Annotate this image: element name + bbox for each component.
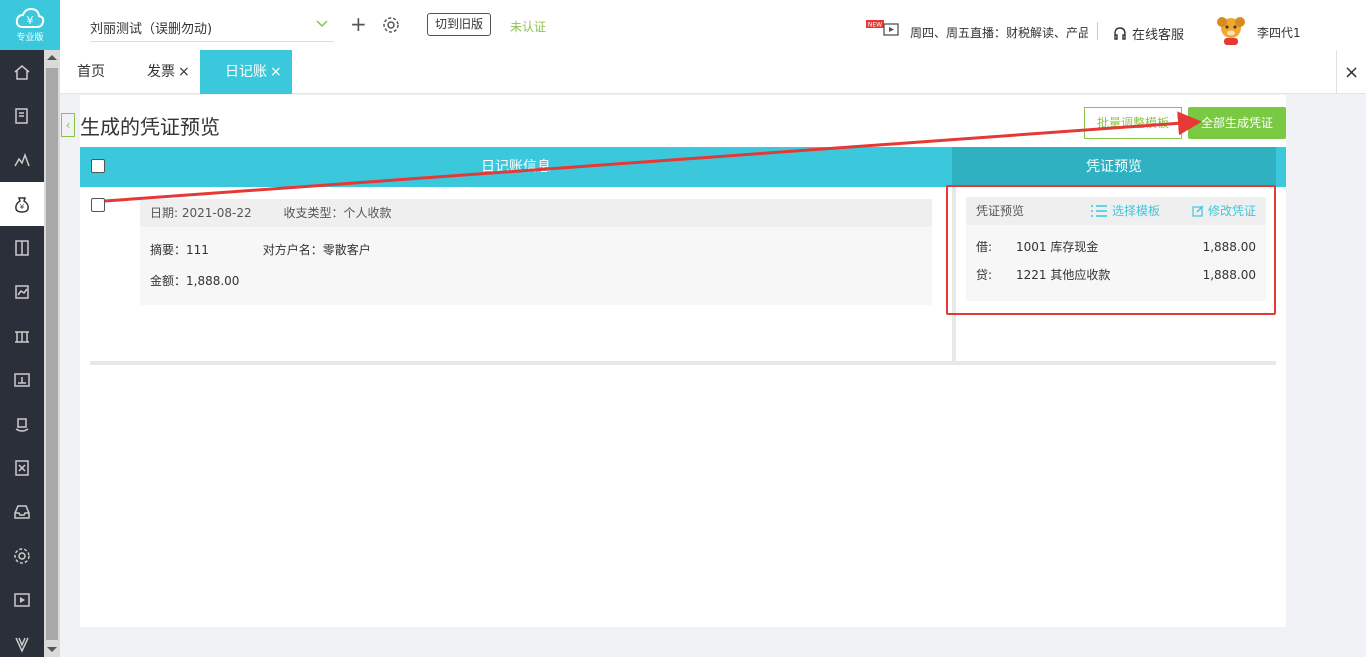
- list-icon: [1091, 205, 1107, 217]
- vip-icon[interactable]: [0, 622, 44, 657]
- edit-icon: [1192, 205, 1204, 217]
- tax-icon[interactable]: [0, 446, 44, 490]
- entry-summary: 摘要：111: [150, 243, 209, 257]
- voucher-credit-line: 贷: 1221 其他应收款 1,888.00: [966, 261, 1266, 289]
- back-chevron-icon[interactable]: ‹: [61, 113, 75, 137]
- home-icon[interactable]: [0, 50, 44, 94]
- credit-amount: 1,888.00: [1202, 268, 1256, 282]
- gear-icon[interactable]: [382, 16, 400, 34]
- tab-journal-label: 日记账: [225, 64, 267, 80]
- svg-text:¥: ¥: [27, 14, 34, 27]
- sidebar-scrollbar[interactable]: [44, 50, 60, 657]
- entry-line: 摘要：111 对方户名：零散客户: [140, 241, 932, 258]
- switch-old-version-button[interactable]: 切到旧版: [427, 13, 491, 36]
- entry-line: 金额：1,888.00: [140, 272, 932, 289]
- company-name: 刘丽测试（误删勿动): [90, 22, 213, 37]
- entry-counterparty: 对方户名：零散客户: [262, 243, 371, 257]
- debit-account: 1001 库存现金: [1016, 240, 1099, 254]
- news-tv-icon[interactable]: NEW: [866, 20, 900, 36]
- divider: [1097, 22, 1098, 40]
- company-select[interactable]: 刘丽测试（误删勿动): [90, 14, 334, 42]
- tab-invoice[interactable]: 发票 ×: [147, 50, 190, 94]
- voucher-preview-card: 凭证预览 选择模板 修改凭证 借: 1001 库存现金 1,888.00 贷: 12…: [966, 197, 1266, 301]
- avatar[interactable]: [1214, 14, 1248, 46]
- video-icon[interactable]: [0, 578, 44, 622]
- scrollbar-thumb[interactable]: [46, 68, 58, 640]
- ledger-icon[interactable]: [0, 226, 44, 270]
- close-all-tabs-icon[interactable]: ×: [1336, 50, 1366, 94]
- column-divider: [952, 187, 956, 365]
- sidebar: ¥ 专业版 ¥: [0, 0, 60, 657]
- svg-text:¥: ¥: [20, 203, 25, 211]
- assets-icon[interactable]: [0, 358, 44, 402]
- live-broadcast-link[interactable]: 周四、周五直播：财税解读、产品: [910, 24, 1088, 41]
- tab-invoice-label: 发票: [147, 64, 175, 80]
- inbox-icon[interactable]: [0, 490, 44, 534]
- voucher-title: 凭证预览: [976, 204, 1025, 218]
- table-row: 日期: 2021-08-22 收支类型：个人收款 摘要：111 对方户名：零散客…: [80, 187, 1286, 365]
- username[interactable]: 李四代1: [1257, 24, 1301, 41]
- tab-journal[interactable]: 日记账 ×: [200, 50, 292, 94]
- version-label: 专业版: [16, 33, 44, 43]
- cloud-logo-icon: ¥: [15, 7, 45, 29]
- debit-label: 借:: [976, 240, 993, 254]
- entry-type: 收支类型：个人收款: [283, 206, 392, 220]
- salary-icon[interactable]: [0, 402, 44, 446]
- app-logo[interactable]: ¥ 专业版: [0, 0, 60, 50]
- chevron-down-icon: [316, 20, 328, 28]
- bank-icon[interactable]: [0, 314, 44, 358]
- row-checkbox[interactable]: [91, 198, 105, 212]
- unverified-status[interactable]: 未认证: [510, 18, 546, 35]
- credit-account: 1221 其他应收款: [1016, 268, 1111, 282]
- voucher-preview-header: 凭证预览: [952, 147, 1276, 187]
- online-service-label: 在线客服: [1132, 28, 1185, 43]
- journal-info-header: 日记账信息: [80, 147, 952, 187]
- news-badge: NEW: [868, 22, 882, 29]
- close-icon[interactable]: ×: [270, 64, 282, 80]
- scroll-down-arrow-icon[interactable]: [47, 647, 57, 652]
- headset-icon: [1114, 26, 1126, 40]
- choose-template-label: 选择模板: [1112, 204, 1161, 218]
- entry-date: 日期: 2021-08-22: [150, 206, 252, 220]
- journal-entry-card: 日期: 2021-08-22 收支类型：个人收款 摘要：111 对方户名：零散客…: [140, 199, 932, 305]
- top-bar: 刘丽测试（误删勿动) + 切到旧版 未认证 NEW 周四、周五直播：财税解读、产…: [60, 0, 1366, 50]
- tab-home-label: 首页: [77, 64, 105, 80]
- voucher-header: 凭证预览 选择模板 修改凭证: [966, 197, 1266, 225]
- credit-label: 贷:: [976, 268, 993, 282]
- edit-voucher-link[interactable]: 修改凭证: [1192, 197, 1256, 225]
- table-header: 日记账信息 凭证预览: [80, 147, 1286, 187]
- journal-money-icon[interactable]: ¥: [0, 182, 44, 226]
- voucher-debit-line: 借: 1001 库存现金 1,888.00: [966, 233, 1266, 261]
- online-service-link[interactable]: 在线客服: [1112, 24, 1184, 43]
- edit-voucher-label: 修改凭证: [1208, 204, 1257, 218]
- choose-template-link[interactable]: 选择模板: [1090, 197, 1160, 225]
- batch-adjust-template-button[interactable]: 批量调整模板: [1084, 107, 1182, 139]
- row-divider: [90, 361, 1276, 365]
- select-all-checkbox[interactable]: [91, 159, 105, 173]
- add-icon[interactable]: +: [350, 14, 367, 34]
- entry-amount: 金额：1,888.00: [150, 274, 240, 288]
- page-title: 生成的凭证预览: [80, 115, 220, 139]
- debit-amount: 1,888.00: [1202, 240, 1256, 254]
- main-panel: ‹ 生成的凭证预览 批量调整模板 全部生成凭证 日记账信息 凭证预览 日期: 2…: [61, 95, 1286, 627]
- scroll-up-arrow-icon[interactable]: [47, 55, 57, 60]
- invoice-icon[interactable]: [0, 94, 44, 138]
- settings-icon[interactable]: [0, 534, 44, 578]
- entry-header: 日期: 2021-08-22 收支类型：个人收款: [140, 199, 932, 227]
- generate-all-vouchers-button[interactable]: 全部生成凭证: [1188, 107, 1286, 139]
- report-icon[interactable]: [0, 270, 44, 314]
- header-end: [1276, 147, 1286, 187]
- tab-home[interactable]: 首页: [77, 50, 105, 94]
- close-icon[interactable]: ×: [178, 64, 190, 80]
- tab-bar: 首页 发票 × 日记账 × ×: [60, 50, 1366, 94]
- chart-icon[interactable]: [0, 138, 44, 182]
